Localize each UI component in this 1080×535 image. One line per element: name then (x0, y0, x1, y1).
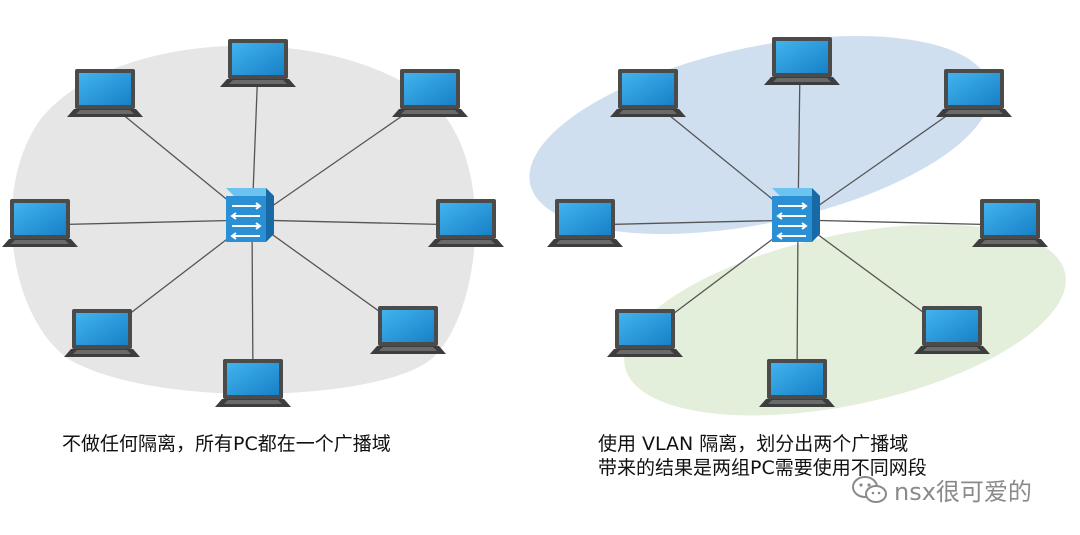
laptop-icon (2, 199, 78, 247)
laptop-icon (972, 199, 1048, 247)
laptop-icon (392, 69, 468, 117)
laptop-icon (547, 199, 623, 247)
wechat-icon (852, 475, 887, 503)
left-caption: 不做任何隔离，所有PC都在一个广播域 (62, 433, 391, 455)
laptop-icon (607, 309, 683, 357)
laptop-icon (764, 37, 840, 85)
laptop-icon (759, 359, 835, 407)
laptop-icon (215, 359, 291, 407)
laptop-icon (936, 69, 1012, 117)
switch-icon (225, 187, 275, 243)
laptop-icon (610, 69, 686, 117)
laptop-icon (220, 39, 296, 87)
laptop-icon (67, 69, 143, 117)
watermark-text: nsx很可爱的 (894, 478, 1032, 506)
laptop-icon (428, 199, 504, 247)
laptop-icon (914, 306, 990, 354)
laptop-icon (370, 306, 446, 354)
watermark: nsx很可爱的 (850, 472, 1032, 507)
right-caption-line1: 使用 VLAN 隔离，划分出两个广播域 (598, 433, 909, 455)
laptop-icon (64, 309, 140, 357)
switch-icon (771, 187, 821, 243)
